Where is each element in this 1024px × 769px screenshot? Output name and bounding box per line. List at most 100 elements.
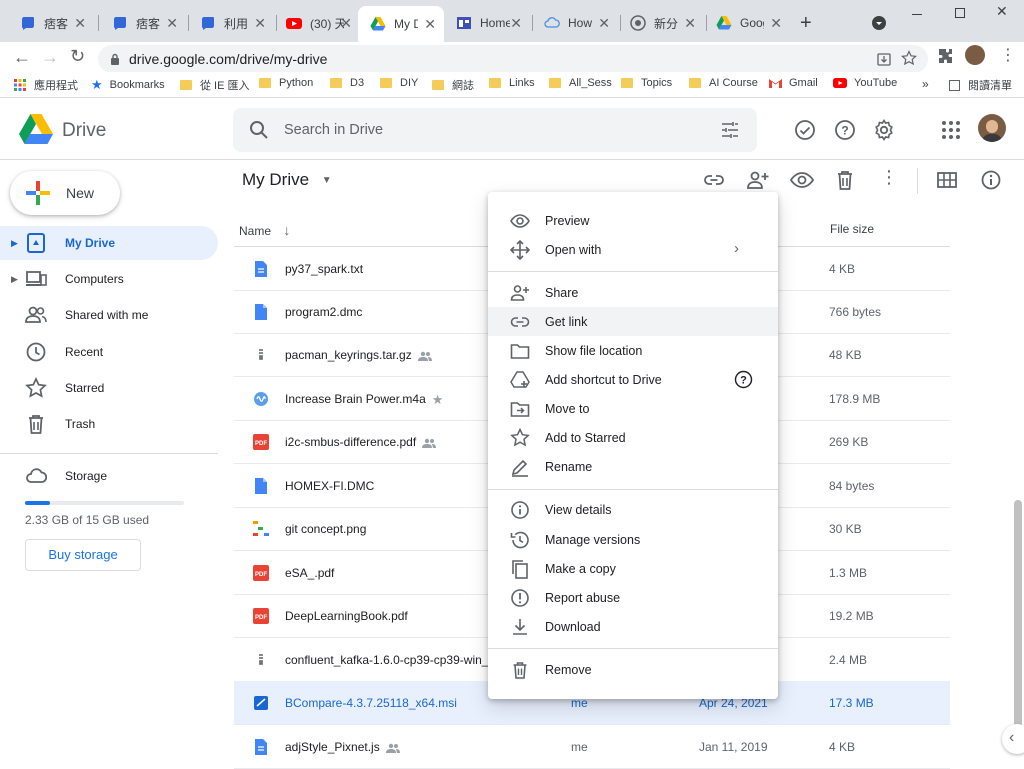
forward-arrow-icon[interactable]: → — [41, 47, 59, 68]
expand-arrow-icon[interactable]: ▶ — [11, 238, 18, 249]
bookmark-item[interactable]: Topics — [621, 77, 672, 89]
new-button[interactable]: New — [10, 171, 120, 215]
breadcrumb[interactable]: My Drive ▼ — [242, 170, 332, 190]
bookmark-item[interactable]: YouTube — [833, 77, 897, 89]
close-tab-icon[interactable]: ✕ — [510, 15, 522, 32]
menu-item-view-details[interactable]: View details — [488, 495, 778, 524]
scrollbar-thumb[interactable] — [1014, 500, 1022, 730]
bookmark-item[interactable]: 網誌 — [432, 77, 474, 93]
search-input[interactable]: Search in Drive — [284, 122, 383, 138]
more-vert-icon[interactable]: ⋮ — [1000, 45, 1016, 65]
bookmark-item[interactable]: Python — [259, 77, 313, 89]
menu-item-remove[interactable]: Remove — [488, 655, 778, 684]
bookmark-item[interactable]: AI Course — [689, 77, 758, 89]
sidebar-item-storage[interactable]: Storage — [0, 459, 218, 493]
tab-search-button[interactable] — [872, 16, 886, 30]
menu-item-download[interactable]: Download — [488, 612, 778, 641]
sidebar-item-my-drive[interactable]: ▶ My Drive — [0, 226, 218, 260]
search-options-icon[interactable] — [721, 121, 739, 139]
trash-icon[interactable] — [834, 169, 856, 191]
install-app-icon[interactable] — [876, 51, 892, 67]
browser-tab[interactable]: 新分頁 ✕ — [618, 8, 704, 38]
close-window-icon[interactable]: ✕ — [996, 3, 1008, 20]
more-actions-icon[interactable]: ⋮ — [880, 167, 898, 188]
menu-item-report-abuse[interactable]: Report abuse — [488, 583, 778, 612]
more-bookmarks-button[interactable]: » — [922, 77, 929, 91]
bookmark-item[interactable]: All_Sess — [549, 77, 612, 89]
close-tab-icon[interactable]: ✕ — [254, 15, 266, 32]
reload-icon[interactable]: ↻ — [70, 46, 85, 67]
link-icon[interactable] — [703, 169, 725, 191]
bookmark-item[interactable]: D3 — [330, 77, 364, 89]
browser-tab[interactable]: 痞客邦 ✕ — [100, 8, 186, 38]
search-icon[interactable] — [249, 120, 269, 140]
maximize-window-icon[interactable] — [955, 8, 965, 18]
menu-item-rename[interactable]: Rename — [488, 452, 778, 481]
menu-item-make-a-copy[interactable]: Make a copy — [488, 554, 778, 583]
menu-item-show-file-location[interactable]: Show file location — [488, 336, 778, 365]
account-avatar[interactable] — [978, 114, 1006, 142]
buy-storage-button[interactable]: Buy storage — [25, 539, 141, 571]
reading-list-button[interactable]: 閱讀清單 — [949, 77, 1012, 93]
bookmark-label: DIY — [400, 77, 419, 89]
close-tab-icon[interactable]: ✕ — [770, 15, 782, 32]
settings-gear-icon[interactable] — [872, 118, 896, 142]
person-add-icon[interactable] — [746, 169, 770, 191]
new-tab-button[interactable]: + — [800, 12, 812, 35]
back-arrow-icon[interactable]: ← — [13, 47, 31, 68]
close-tab-icon[interactable]: ✕ — [74, 15, 86, 32]
menu-item-preview[interactable]: Preview — [488, 206, 778, 235]
search-bar[interactable]: Search in Drive — [233, 108, 757, 152]
close-tab-icon[interactable]: ✕ — [340, 15, 352, 32]
help-icon[interactable]: ? — [833, 118, 857, 142]
menu-item-add-shortcut[interactable]: Add shortcut to Drive ? — [488, 365, 778, 394]
address-bar[interactable]: drive.google.com/drive/my-drive — [98, 45, 928, 73]
sort-arrow-down-icon[interactable]: ↓ — [283, 222, 290, 238]
menu-item-move-to[interactable]: Move to — [488, 394, 778, 423]
info-icon[interactable] — [980, 169, 1002, 191]
bookmark-item[interactable]: 從 IE 匯入 — [180, 77, 250, 93]
help-icon[interactable]: ? — [734, 370, 753, 389]
browser-tab[interactable]: Home ✕ — [444, 8, 530, 38]
apps-grid-icon[interactable] — [939, 118, 963, 142]
sidebar-item-recent[interactable]: Recent — [0, 335, 218, 369]
bookmark-item[interactable]: ★ Bookmarks — [91, 77, 165, 93]
close-tab-icon[interactable]: ✕ — [684, 15, 696, 32]
browser-tab[interactable]: 利用雲 ✕ — [188, 8, 274, 38]
bookmark-item[interactable]: DIY — [380, 77, 418, 89]
expand-arrow-icon[interactable]: ▶ — [11, 274, 18, 285]
browser-tab[interactable]: (30) 天 ✕ — [274, 8, 360, 38]
close-tab-icon[interactable]: ✕ — [598, 15, 610, 32]
menu-item-add-to-starred[interactable]: Add to Starred — [488, 423, 778, 452]
ready-offline-icon[interactable] — [793, 118, 817, 142]
menu-item-open-with[interactable]: Open with › — [488, 235, 778, 264]
menu-item-share[interactable]: Share — [488, 278, 778, 307]
browser-tab[interactable]: Googl ✕ — [704, 8, 790, 38]
browser-tab-active[interactable]: My Dr ✕ — [358, 6, 444, 42]
app-name[interactable]: Drive — [62, 120, 106, 142]
extensions-icon[interactable] — [936, 47, 954, 65]
sidebar-item-shared-with-me[interactable]: Shared with me — [0, 298, 218, 332]
menu-item-get-link[interactable]: Get link — [488, 307, 778, 336]
eye-icon[interactable] — [790, 169, 814, 191]
browser-tab[interactable]: How t ✕ — [532, 8, 618, 38]
profile-avatar[interactable] — [965, 45, 985, 65]
name-column-header[interactable]: Name ↓ — [239, 222, 290, 238]
close-tab-icon[interactable]: ✕ — [424, 16, 436, 33]
bookmark-item[interactable]: Gmail — [769, 77, 818, 89]
sidebar-item-computers[interactable]: ▶ Computers — [0, 262, 218, 296]
side-panel-toggle[interactable]: ‹ — [1002, 724, 1024, 754]
browser-tab[interactable]: 痞客邦 ✕ — [8, 8, 94, 38]
minimize-window-icon[interactable] — [912, 14, 922, 15]
bookmark-item[interactable]: 應用程式 — [14, 77, 78, 93]
sidebar-item-starred[interactable]: Starred — [0, 371, 218, 405]
drive-logo-icon[interactable] — [19, 114, 53, 144]
menu-item-manage-versions[interactable]: Manage versions — [488, 525, 778, 554]
grid-view-icon[interactable] — [936, 170, 958, 190]
sidebar-item-trash[interactable]: Trash — [0, 407, 218, 441]
bookmark-star-icon[interactable] — [901, 50, 917, 66]
file-row[interactable]: adjStyle_Pixnet.js me Jan 11, 2019 4 KB — [234, 725, 950, 769]
file-size-column-header[interactable]: File size — [830, 222, 874, 236]
close-tab-icon[interactable]: ✕ — [166, 15, 178, 32]
bookmark-item[interactable]: Links — [489, 77, 535, 89]
